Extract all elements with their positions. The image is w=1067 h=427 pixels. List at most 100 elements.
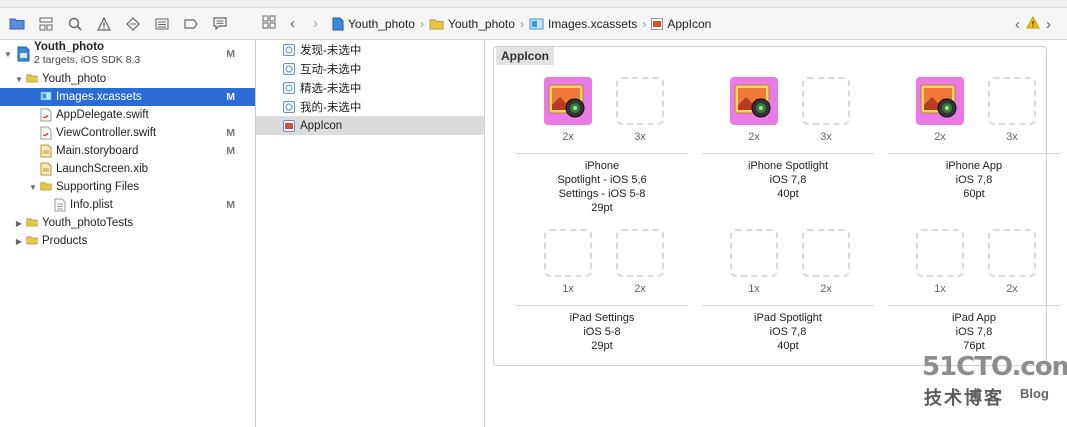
tree-item-label: Info.plist (70, 199, 113, 211)
asset-item[interactable]: 互动-未选中 (256, 59, 484, 78)
tag-icon[interactable] (180, 13, 202, 35)
jump-segment-appicon-label: AppIcon (667, 16, 712, 31)
chevron-right-icon: › (642, 16, 647, 31)
jump-segment-appicon[interactable]: AppIcon (651, 17, 711, 31)
tree-item-main-storyboard[interactable]: Main.storyboard M (0, 142, 255, 160)
asset-item[interactable]: AppIcon (256, 116, 484, 135)
scale-label: 3x (820, 131, 832, 143)
group-description-line: iOS 7,8 (769, 326, 807, 338)
tree-item-label: Images.xcassets (56, 91, 142, 103)
icon-slot-filled[interactable] (544, 77, 592, 125)
app-photo-icon (734, 84, 771, 118)
group-description: iPad Spotlight iOS 7,8 40pt (700, 311, 876, 353)
tree-item-launchscreen-xib[interactable]: LaunchScreen.xib (0, 160, 255, 178)
tree-item-status: M (226, 145, 235, 157)
project-row[interactable]: ▼ Youth_photo 2 targets, iOS SDK 8.3 M (0, 40, 255, 68)
group-divider (702, 305, 874, 306)
xcassets-icon (529, 18, 544, 29)
jump-segment-project[interactable]: Youth_photo (332, 17, 415, 31)
group-description-line: Spotlight - iOS 5,6 (557, 174, 647, 186)
project-status: M (226, 48, 235, 60)
list-icon[interactable] (151, 13, 173, 35)
breakpoint-icon[interactable] (122, 13, 144, 35)
disclosure-open-icon[interactable]: ▼ (28, 182, 38, 192)
xcode-window: ▼ Youth_photo 2 targets, iOS SDK 8.3 M ▼… (0, 0, 1067, 427)
group-description: iPhone Spotlight iOS 7,8 40pt (700, 159, 876, 201)
tree-item-products[interactable]: ▶ Products (0, 232, 255, 250)
hierarchy-icon[interactable] (35, 13, 57, 35)
panel-title: AppIcon (496, 47, 554, 65)
icon-slot-empty[interactable] (616, 77, 664, 125)
asset-item-label: 发现-未选中 (300, 44, 362, 57)
icon-group: 2x 3x iPhone App iOS 7,8 60pt (886, 77, 1062, 227)
folder-icon (26, 216, 38, 230)
back-icon[interactable]: ‹ (290, 15, 295, 32)
plist-icon (54, 198, 66, 212)
comment-icon[interactable] (209, 13, 231, 35)
previous-issue-icon[interactable]: ‹ (1015, 16, 1020, 33)
icon-group: 1x 2x iPad Spotlight iOS 7,8 40pt (700, 229, 876, 379)
forward-icon[interactable]: › (313, 15, 318, 32)
icon-slot-empty[interactable] (988, 77, 1036, 125)
jump-segment-folder-label: Youth_photo (447, 16, 515, 31)
tree-item-info-plist[interactable]: Info.plist M (0, 196, 255, 214)
disclosure-open-icon[interactable]: ▼ (3, 49, 13, 59)
group-description: iPhone App iOS 7,8 60pt (886, 159, 1062, 201)
folder-icon (40, 180, 52, 194)
disclosure-closed-icon[interactable]: ▶ (14, 236, 24, 246)
group-description-line: iPhone App (945, 160, 1003, 172)
scale-label: 2x (934, 131, 946, 143)
group-description: iPhone Spotlight - iOS 5,6 Settings - iOS … (514, 159, 690, 215)
project-name: Youth_photo (34, 41, 105, 53)
icon-slot-empty[interactable] (544, 229, 592, 277)
tree-item-youth-photo[interactable]: ▼ Youth_photo (0, 70, 255, 88)
warning-icon[interactable] (93, 13, 115, 35)
tree-item-label: LaunchScreen.xib (56, 163, 149, 175)
jump-segment-xcassets[interactable]: Images.xcassets (529, 17, 637, 31)
asset-item-label: 互动-未选中 (300, 63, 362, 76)
asset-item-label: AppIcon (300, 119, 343, 132)
asset-item-label: 精选-未选中 (300, 82, 362, 95)
search-icon[interactable] (64, 13, 86, 35)
icon-slot-empty[interactable] (802, 229, 850, 277)
appicon-icon (283, 119, 295, 132)
jump-segment-xcassets-label: Images.xcassets (547, 16, 638, 31)
disclosure-closed-icon[interactable]: ▶ (14, 218, 24, 228)
group-description-line: iPhone (584, 160, 620, 172)
jump-segment-folder[interactable]: Youth_photo (429, 17, 515, 31)
group-description: iPad App iOS 7,8 76pt (886, 311, 1062, 353)
grid-icon[interactable] (262, 15, 276, 32)
project-file-icon (332, 17, 344, 30)
tree-item-appdelegate-swift[interactable]: AppDelegate.swift (0, 106, 255, 124)
tree-item-youth-phototests[interactable]: ▶ Youth_photoTests (0, 214, 255, 232)
icon-slot-empty[interactable] (916, 229, 964, 277)
asset-item[interactable]: 我的-未选中 (256, 97, 484, 116)
next-issue-icon[interactable]: › (1046, 16, 1051, 33)
tree-item-images-xcassets[interactable]: Images.xcassets M (0, 88, 255, 106)
icon-slot-filled[interactable] (730, 77, 778, 125)
tree-item-viewcontroller-swift[interactable]: ViewController.swift M (0, 124, 255, 142)
icon-slot-empty[interactable] (988, 229, 1036, 277)
asset-item[interactable]: 精选-未选中 (256, 78, 484, 97)
group-description-line: 40pt (777, 340, 799, 352)
icon-slot-filled[interactable] (916, 77, 964, 125)
group-divider (888, 305, 1060, 306)
folder-icon[interactable] (6, 13, 28, 35)
warning-icon[interactable] (1026, 15, 1040, 32)
xcassets-icon (40, 90, 52, 104)
disclosure-open-icon[interactable]: ▼ (14, 74, 24, 84)
scale-label: 2x (748, 131, 760, 143)
tree-item-label: Products (42, 235, 88, 247)
tree-item-supporting-files[interactable]: ▼ Supporting Files (0, 178, 255, 196)
jump-segment-project-label: Youth_photo (348, 16, 415, 31)
icon-slot-empty[interactable] (616, 229, 664, 277)
asset-item[interactable]: 发现-未选中 (256, 40, 484, 59)
group-description-line: iPad Settings (569, 312, 635, 324)
icon-slot-empty[interactable] (730, 229, 778, 277)
group-description-line: iOS 7,8 (955, 326, 993, 338)
group-description-line: 40pt (777, 188, 799, 200)
group-description-line: 29pt (591, 340, 613, 352)
icon-slot-empty[interactable] (802, 77, 850, 125)
